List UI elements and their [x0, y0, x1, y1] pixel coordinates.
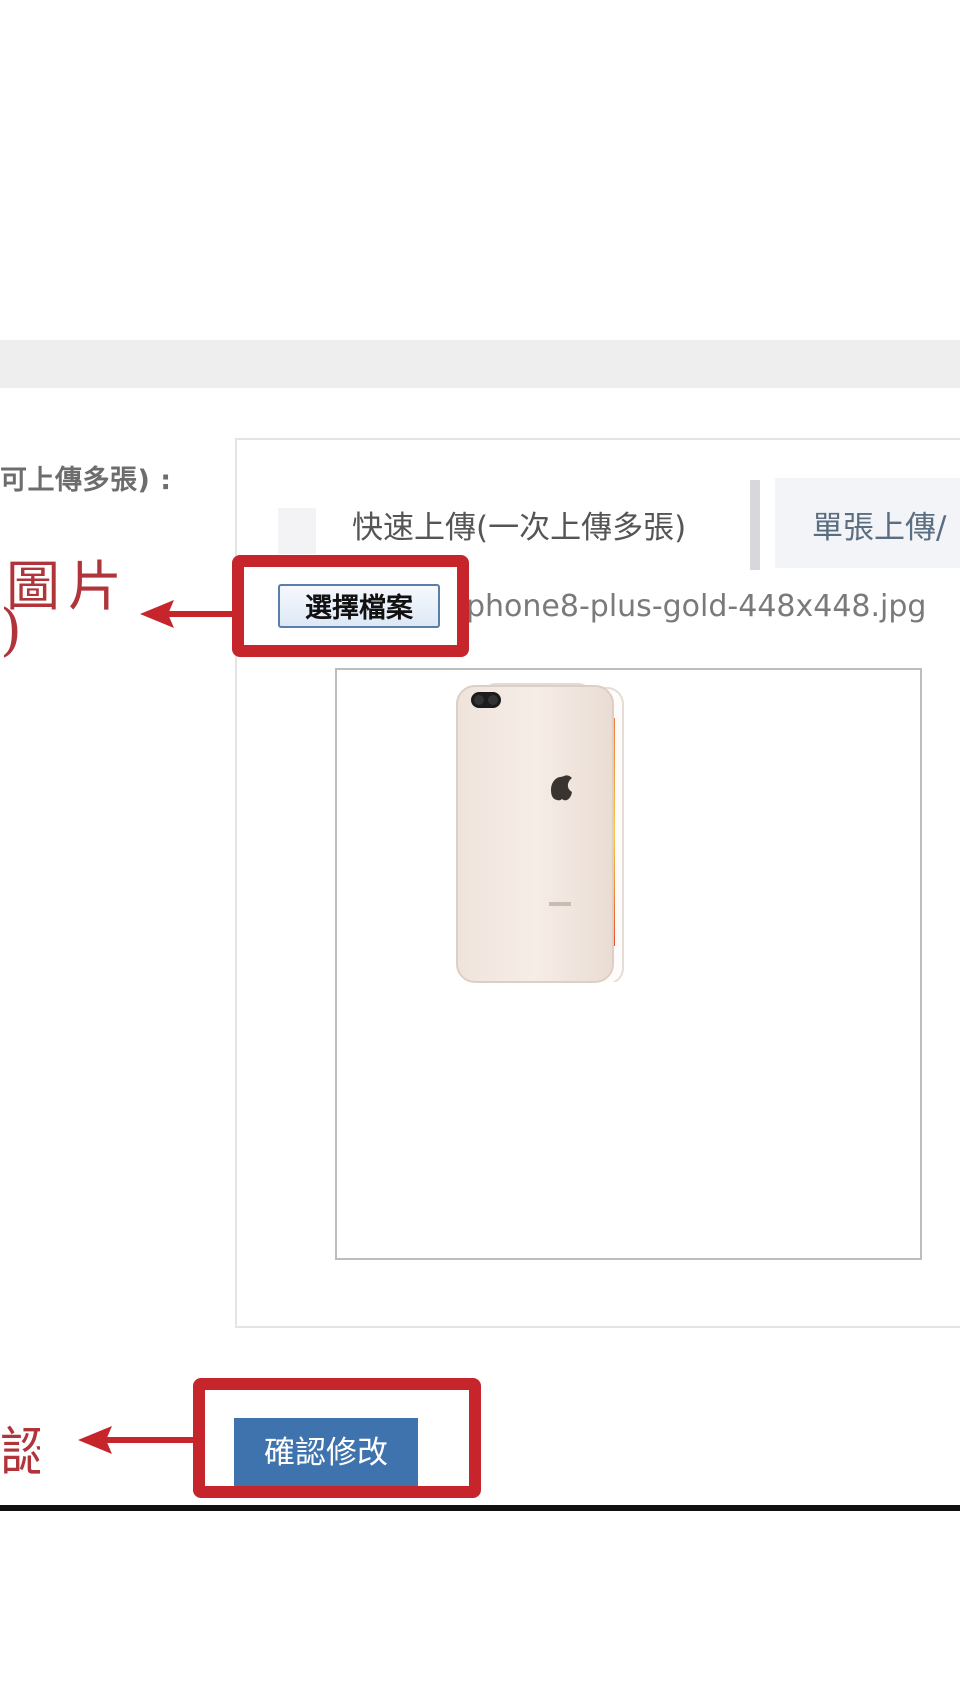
selected-file-name: phone8-plus-gold-448x448.jpg — [466, 589, 927, 624]
blank-area — [0, 0, 960, 340]
image-preview-frame — [335, 668, 922, 1260]
tab-quick-upload[interactable]: 快速上傳(一次上傳多張) — [352, 502, 686, 547]
annotation-confirm-note: 認 — [0, 1423, 40, 1483]
tab-separator — [750, 480, 760, 570]
tab-single-upload[interactable]: 單張上傳/ — [812, 502, 960, 547]
highlight-box-submit — [193, 1378, 481, 1498]
annotation-picture-paren: ) — [0, 598, 22, 663]
highlight-box-file — [232, 555, 469, 657]
phone-image — [456, 683, 663, 992]
upload-field-label: 可上傳多張) : — [0, 465, 172, 496]
blank-area — [0, 1511, 960, 1708]
arrow-left-icon — [140, 600, 240, 628]
tab-indicator — [278, 508, 316, 554]
arrow-left-icon — [78, 1426, 198, 1454]
annotation-picture-note: 圖片 — [6, 555, 130, 618]
section-header-bar — [0, 340, 960, 388]
